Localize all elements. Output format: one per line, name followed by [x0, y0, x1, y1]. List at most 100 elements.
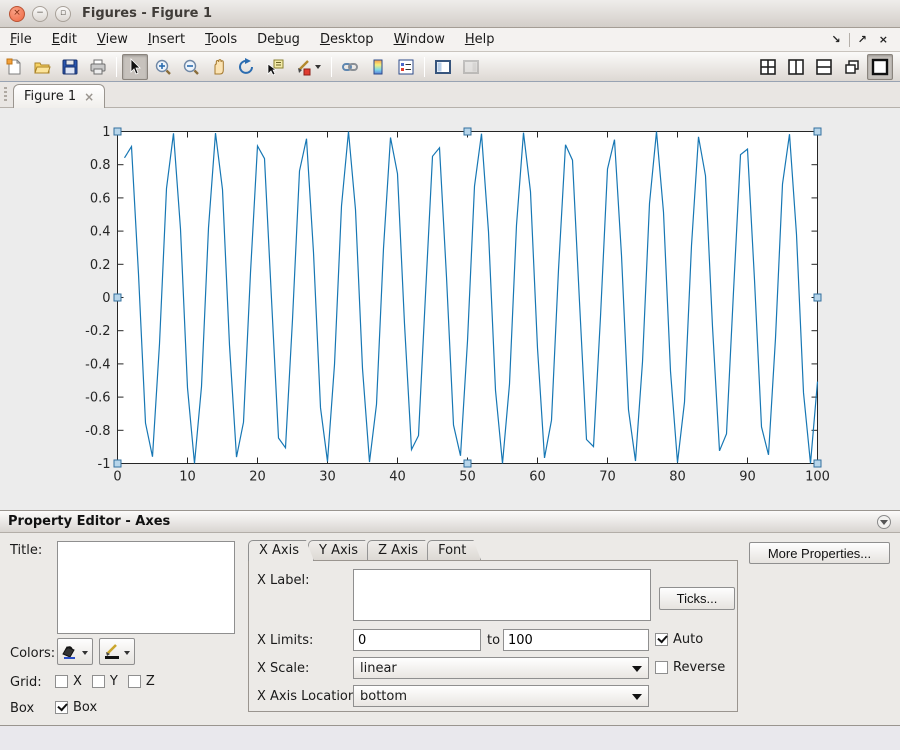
property-editor-header: Property Editor - Axes [0, 511, 900, 533]
menubar-separator [849, 33, 850, 47]
selection-handle[interactable] [114, 460, 121, 467]
close-window-icon[interactable]: × [873, 33, 894, 46]
grid-label: Grid: [10, 675, 42, 690]
titlebar: × − ▫ Figures - Figure 1 [0, 0, 900, 28]
menu-window[interactable]: Window [384, 29, 455, 50]
save-figure-button[interactable] [57, 54, 83, 80]
selection-handle[interactable] [114, 128, 121, 135]
pan-button[interactable] [206, 54, 232, 80]
tab-figure-1[interactable]: Figure 1 × [13, 84, 105, 108]
toolbar-separator [116, 57, 117, 77]
link-plot-button[interactable] [337, 54, 363, 80]
y-tick-label: 0 [102, 291, 110, 306]
x-limits-min-input[interactable] [353, 629, 481, 651]
insert-legend-button[interactable] [393, 54, 419, 80]
menu-tools[interactable]: Tools [195, 29, 247, 50]
box-checkbox-label: Box [73, 700, 97, 715]
datatip-icon [266, 58, 284, 76]
selection-handle[interactable] [114, 294, 121, 301]
show-plot-tools-button [458, 54, 484, 80]
reverse-checkbox[interactable]: Reverse [655, 660, 725, 675]
rotate-3d-button[interactable] [234, 54, 260, 80]
window-minimize-button[interactable]: − [32, 6, 48, 22]
box-checkbox[interactable]: Box [55, 700, 97, 715]
dock-icon[interactable]: ↘ [825, 33, 846, 46]
zoom-out-button[interactable] [178, 54, 204, 80]
tab-y-axis[interactable]: Y Axis [308, 540, 373, 561]
selection-handle[interactable] [814, 294, 821, 301]
edit-plot-button[interactable] [122, 54, 148, 80]
x-tick-label: 0 [113, 470, 121, 485]
maximize-view-icon [871, 58, 889, 76]
x-label-input[interactable] [353, 569, 651, 621]
grid-z-checkbox[interactable]: Z [128, 674, 155, 689]
printer-icon [89, 58, 107, 76]
grid-x-checkbox[interactable]: X [55, 674, 82, 689]
grid-y-label: Y [110, 674, 118, 689]
figure-tab-label: Figure 1 [24, 89, 76, 104]
tabbar-grip[interactable] [4, 87, 7, 102]
fill-color-button[interactable] [57, 638, 93, 665]
x-tick-label: 100 [805, 470, 830, 485]
window-close-button[interactable]: × [9, 6, 25, 22]
title-label: Title: [10, 543, 42, 558]
undock-icon[interactable]: ↗ [852, 33, 873, 46]
figure-canvas[interactable]: 0102030405060708090100-1-0.8-0.6-0.4-0.2… [0, 108, 900, 510]
menu-help[interactable]: Help [455, 29, 505, 50]
zoom-in-button[interactable] [150, 54, 176, 80]
menu-debug[interactable]: Debug [247, 29, 310, 50]
selection-handle[interactable] [814, 460, 821, 467]
window-maximize-button[interactable]: ▫ [55, 6, 71, 22]
tab-close-icon[interactable]: × [84, 90, 94, 104]
x-scale-dropdown[interactable]: linear [353, 657, 649, 679]
tab-font[interactable]: Font [427, 540, 481, 561]
split-top-bottom-button[interactable] [811, 54, 837, 80]
print-figure-button[interactable] [85, 54, 111, 80]
brush-data-button[interactable] [290, 54, 326, 80]
x-axis-location-dropdown[interactable]: bottom [353, 685, 649, 707]
matlab-figure-window: × − ▫ Figures - Figure 1 FileEditViewIns… [0, 0, 900, 750]
menu-file[interactable]: File [0, 29, 42, 50]
menu-desktop[interactable]: Desktop [310, 29, 384, 50]
menu-view[interactable]: View [87, 29, 138, 50]
more-properties-button[interactable]: More Properties... [749, 542, 890, 564]
tile-windows-button[interactable] [755, 54, 781, 80]
status-strip [0, 727, 900, 750]
property-editor-panel: Property Editor - Axes Title: Colors: [0, 510, 900, 726]
x-tick-label: 30 [319, 470, 336, 485]
brush-dropdown-caret[interactable] [315, 65, 321, 69]
new-figure-button[interactable] [1, 54, 27, 80]
auto-checkbox[interactable]: Auto [655, 632, 703, 647]
x-limits-max-input[interactable] [503, 629, 649, 651]
tab-x-axis[interactable]: X Axis [248, 540, 314, 561]
tile-windows-icon [759, 58, 777, 76]
menu-edit[interactable]: Edit [42, 29, 87, 50]
x-limits-to-label: to [487, 633, 500, 648]
selection-handle[interactable] [464, 460, 471, 467]
tab-z-axis[interactable]: Z Axis [367, 540, 433, 561]
y-tick-label: -0.2 [85, 324, 110, 339]
split-left-right-icon [787, 58, 805, 76]
ticks-button[interactable]: Ticks... [659, 587, 735, 610]
split-left-right-button[interactable] [783, 54, 809, 80]
line-color-caret[interactable] [124, 651, 130, 655]
grid-y-checkbox[interactable]: Y [92, 674, 118, 689]
title-input[interactable] [57, 541, 235, 634]
maximize-view-button[interactable] [867, 54, 893, 80]
selection-handle[interactable] [464, 128, 471, 135]
axes-box[interactable] [118, 132, 818, 464]
y-tick-label: 0.6 [90, 191, 111, 206]
y-tick-label: -0.4 [85, 357, 110, 372]
insert-colorbar-button[interactable] [365, 54, 391, 80]
hide-plot-tools-button[interactable] [430, 54, 456, 80]
axes-plot[interactable]: 0102030405060708090100-1-0.8-0.6-0.4-0.2… [0, 108, 900, 510]
collapse-panel-icon[interactable] [877, 515, 891, 529]
menu-insert[interactable]: Insert [138, 29, 195, 50]
selection-handle[interactable] [814, 128, 821, 135]
colorbar-icon [369, 58, 387, 76]
float-windows-button[interactable] [839, 54, 865, 80]
line-color-button[interactable] [99, 638, 135, 665]
data-cursor-button[interactable] [262, 54, 288, 80]
open-file-button[interactable] [29, 54, 55, 80]
fill-color-caret[interactable] [82, 651, 88, 655]
